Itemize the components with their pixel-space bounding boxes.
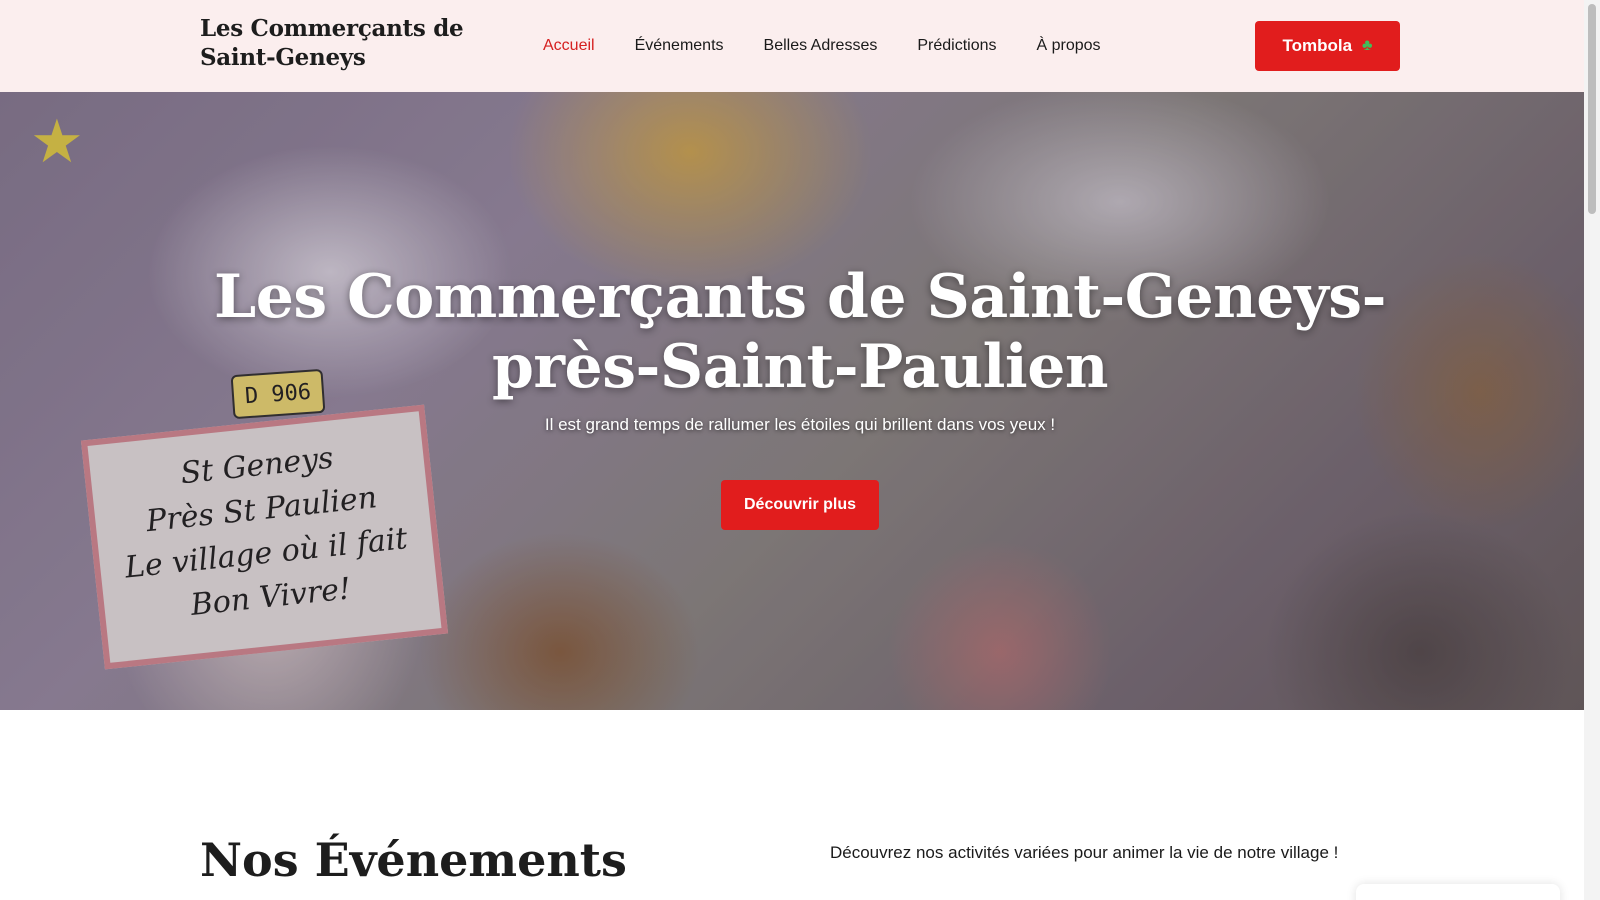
- nav-item-accueil[interactable]: Accueil: [543, 34, 595, 58]
- brand-line-2: Saint-Geneys: [200, 44, 366, 71]
- nav-item-evenements[interactable]: Événements: [635, 34, 724, 58]
- hero-banner: ★ D 906 St Geneys Près St Paulien Le vil…: [0, 92, 1584, 710]
- tombola-label: Tombola: [1282, 36, 1353, 55]
- brand-line-1: Les Commerçants de: [200, 15, 464, 42]
- hero-title-line-1: Les Commerçants de Saint-Geneys-: [214, 262, 1387, 332]
- scrollbar-thumb[interactable]: [1588, 4, 1596, 214]
- events-intro-text: Découvrez nos activités variées pour ani…: [830, 843, 1339, 862]
- clover-icon: ♣: [1362, 37, 1373, 54]
- nav-item-predictions[interactable]: Prédictions: [917, 34, 996, 58]
- hero-subtitle: Il est grand temps de rallumer les étoil…: [544, 415, 1056, 434]
- site-header: Les Commerçants de Saint-Geneys Accueil …: [0, 0, 1584, 92]
- nav-item-a-propos[interactable]: À propos: [1037, 34, 1101, 58]
- floating-widget[interactable]: [1356, 884, 1560, 900]
- site-logo-text[interactable]: Les Commerçants de Saint-Geneys: [200, 14, 470, 72]
- hero-title-line-2: près-Saint-Paulien: [491, 332, 1109, 402]
- tombola-button[interactable]: Tombola ♣: [1255, 21, 1400, 71]
- events-section-title: Nos Événements: [200, 833, 627, 887]
- nav-item-belles-adresses[interactable]: Belles Adresses: [764, 34, 878, 58]
- main-nav: Accueil Événements Belles Adresses Prédi…: [543, 34, 1141, 58]
- page-scrollbar[interactable]: [1584, 0, 1600, 900]
- hero-title: Les Commerçants de Saint-Geneys- près-Sa…: [200, 262, 1400, 402]
- discover-more-button[interactable]: Découvrir plus: [721, 480, 879, 530]
